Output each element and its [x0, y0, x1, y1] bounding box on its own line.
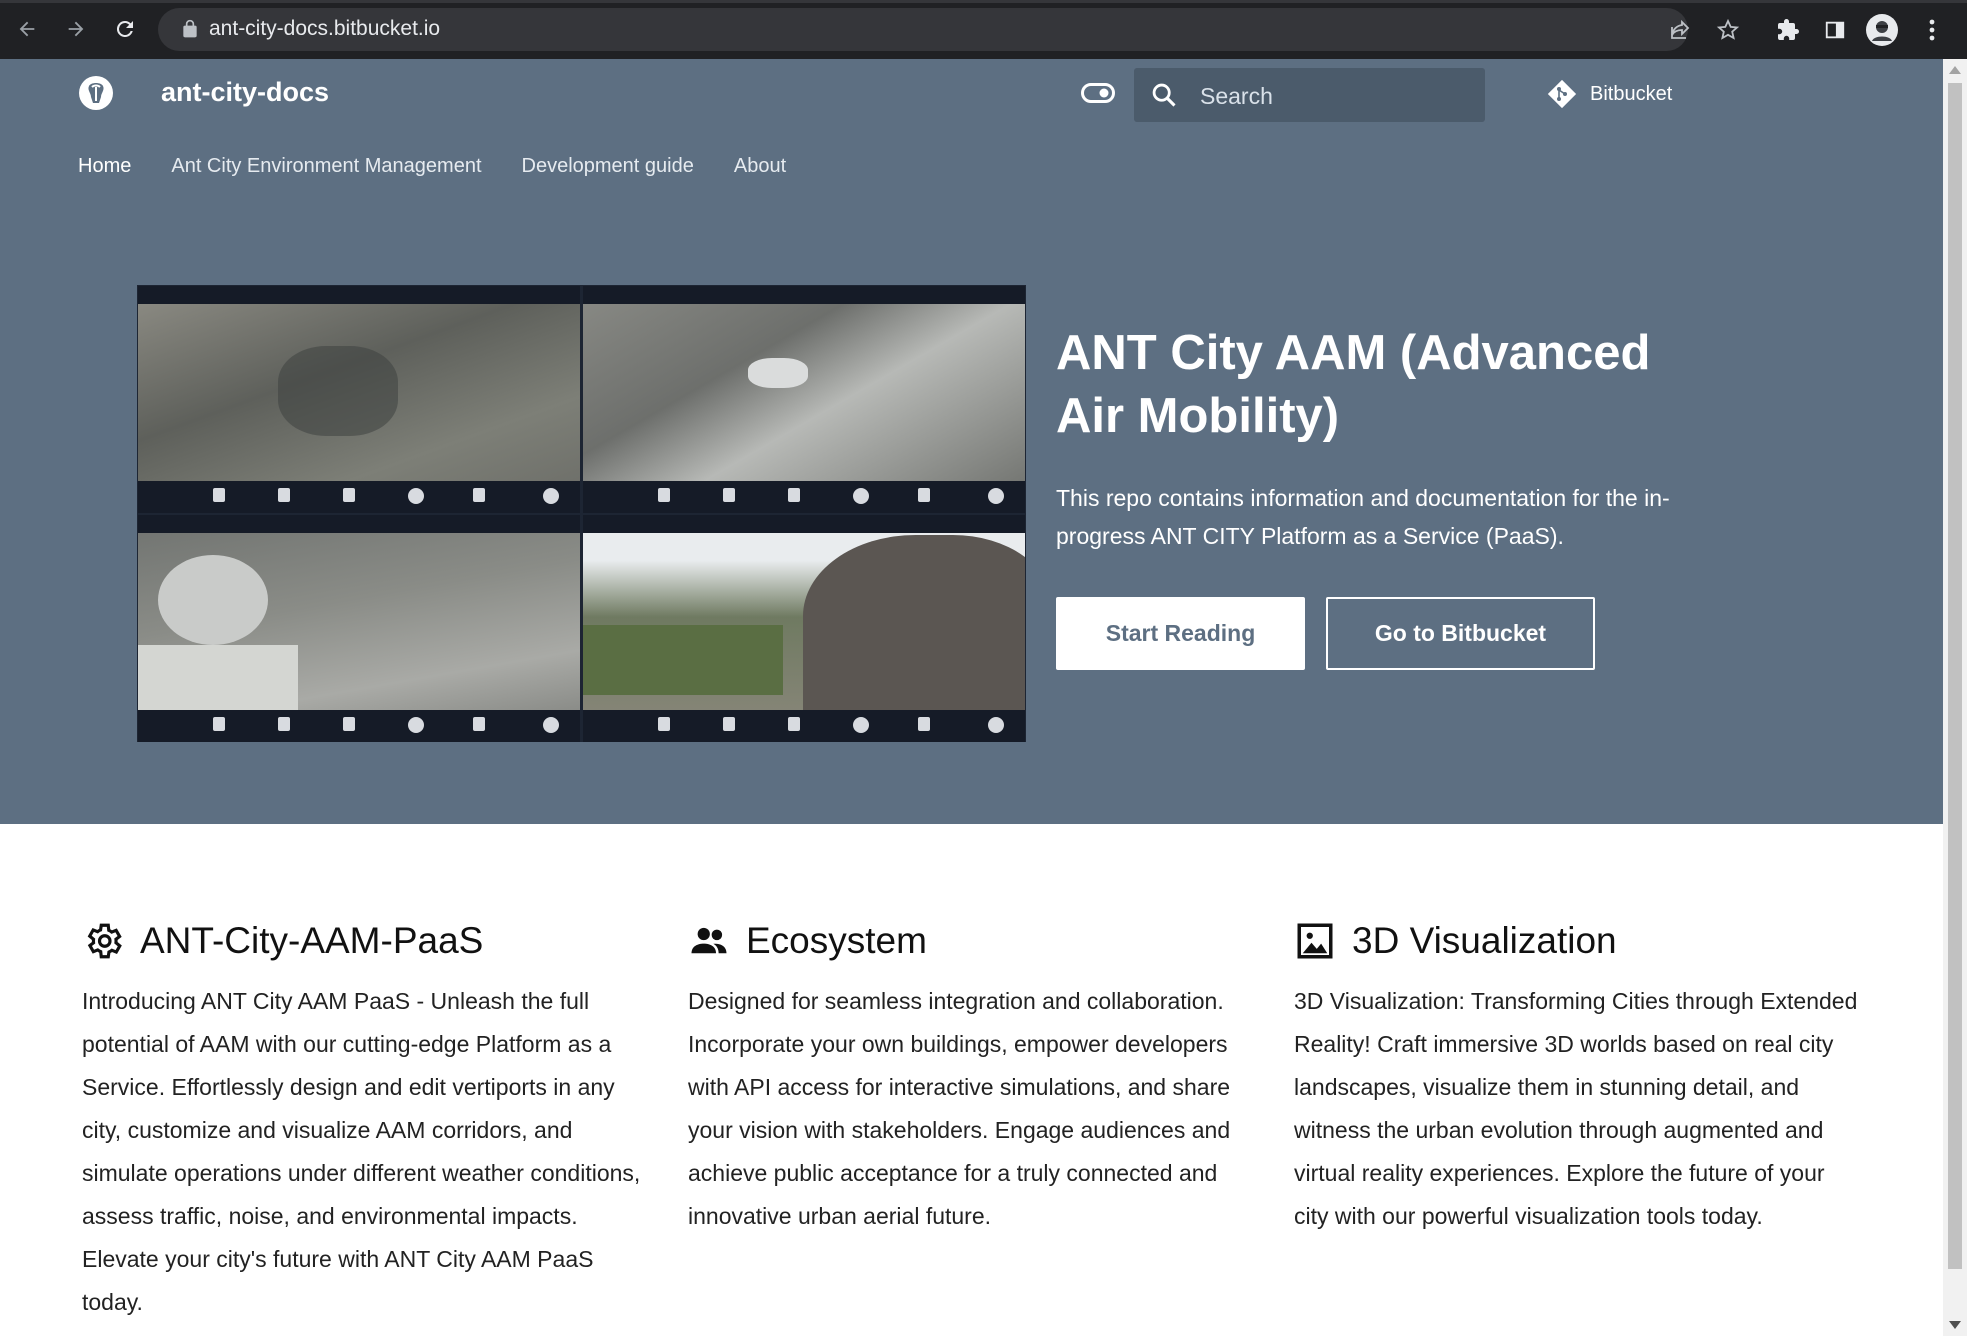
tab-development-guide[interactable]: Development guide	[522, 155, 694, 178]
git-icon	[1547, 79, 1577, 109]
theme-toggle-icon[interactable]	[1081, 83, 1115, 103]
star-icon	[1716, 18, 1740, 40]
share-icon	[1671, 19, 1690, 39]
feature-text: Designed for seamless integration and co…	[688, 988, 1231, 1229]
repo-link[interactable]: Bitbucket	[1546, 78, 1672, 110]
browser-menu-button[interactable]	[1916, 14, 1948, 46]
main-tabs: Home Ant City Environment Management Dev…	[78, 155, 786, 178]
hero-description: This repo contains information and docum…	[1056, 485, 1670, 549]
bookmark-star-button[interactable]	[1714, 16, 1742, 44]
page-scrollbar[interactable]	[1943, 59, 1967, 1336]
search-box[interactable]	[1134, 68, 1485, 122]
repo-label: Bitbucket	[1590, 82, 1673, 105]
tab-strip	[0, 0, 1967, 3]
reload-button[interactable]	[108, 12, 142, 46]
feature-text: 3D Visualization: Transforming Cities th…	[1294, 988, 1858, 1229]
tab-about[interactable]: About	[734, 155, 786, 178]
tab-environment-management[interactable]: Ant City Environment Management	[171, 155, 481, 178]
forward-button[interactable]	[59, 12, 93, 46]
side-panel-button[interactable]	[1819, 14, 1851, 46]
city-tile-aerial	[138, 286, 580, 513]
search-icon	[1152, 83, 1176, 107]
feature-title: 3D Visualization	[1352, 920, 1617, 961]
site-title[interactable]: ant-city-docs	[161, 77, 329, 108]
hero-title: ANT City AAM (Advanced Air Mobility)	[1056, 326, 1651, 443]
avatar-icon	[1866, 14, 1898, 46]
image-icon	[1297, 923, 1333, 959]
city-tile-stadium	[583, 515, 1025, 742]
address-bar[interactable]: ant-city-docs.bitbucket.io	[158, 8, 1740, 51]
browser-toolbar: ant-city-docs.bitbucket.io	[0, 0, 1967, 59]
feature-title: ANT-City-AAM-PaaS	[140, 920, 484, 961]
feature-title: Ecosystem	[746, 920, 927, 961]
url-text: ant-city-docs.bitbucket.io	[209, 17, 441, 40]
go-to-bitbucket-button[interactable]: Go to Bitbucket	[1326, 597, 1595, 670]
forward-arrow-icon	[68, 21, 84, 37]
city-tile-downtown	[583, 286, 1025, 513]
feature-3d-visualization: 3D Visualization 3D Visualization: Trans…	[1294, 911, 1864, 1238]
reload-icon	[116, 20, 133, 37]
back-button[interactable]	[10, 12, 44, 46]
feature-text: Introducing ANT City AAM PaaS - Unleash …	[82, 988, 641, 1315]
tab-home[interactable]: Home	[78, 155, 131, 178]
scroll-down-arrow-icon[interactable]	[1949, 1321, 1961, 1329]
back-arrow-icon	[19, 21, 35, 37]
scrollbar-thumb[interactable]	[1948, 83, 1962, 1269]
search-input[interactable]	[1198, 78, 1472, 114]
hero-screenshot-image	[137, 285, 1026, 742]
feature-paas: ANT-City-AAM-PaaS Introducing ANT City A…	[82, 911, 652, 1324]
feature-ecosystem: Ecosystem Designed for seamless integrat…	[688, 911, 1258, 1238]
scroll-up-arrow-icon[interactable]	[1949, 66, 1961, 74]
puzzle-icon	[1778, 19, 1799, 40]
extensions-button[interactable]	[1772, 14, 1804, 46]
site-logo-icon[interactable]	[77, 74, 115, 112]
side-panel-icon	[1825, 21, 1845, 39]
lock-icon	[183, 19, 197, 38]
people-icon	[691, 927, 727, 954]
share-button[interactable]	[1666, 16, 1694, 44]
kebab-menu-icon	[1929, 19, 1935, 41]
profile-avatar[interactable]	[1866, 14, 1898, 46]
page-viewport: ant-city-docs Bitbucket Home Ant City En…	[0, 59, 1943, 1336]
city-tile-arena	[138, 515, 580, 742]
gear-icon	[87, 923, 122, 959]
start-reading-button[interactable]: Start Reading	[1056, 597, 1305, 670]
